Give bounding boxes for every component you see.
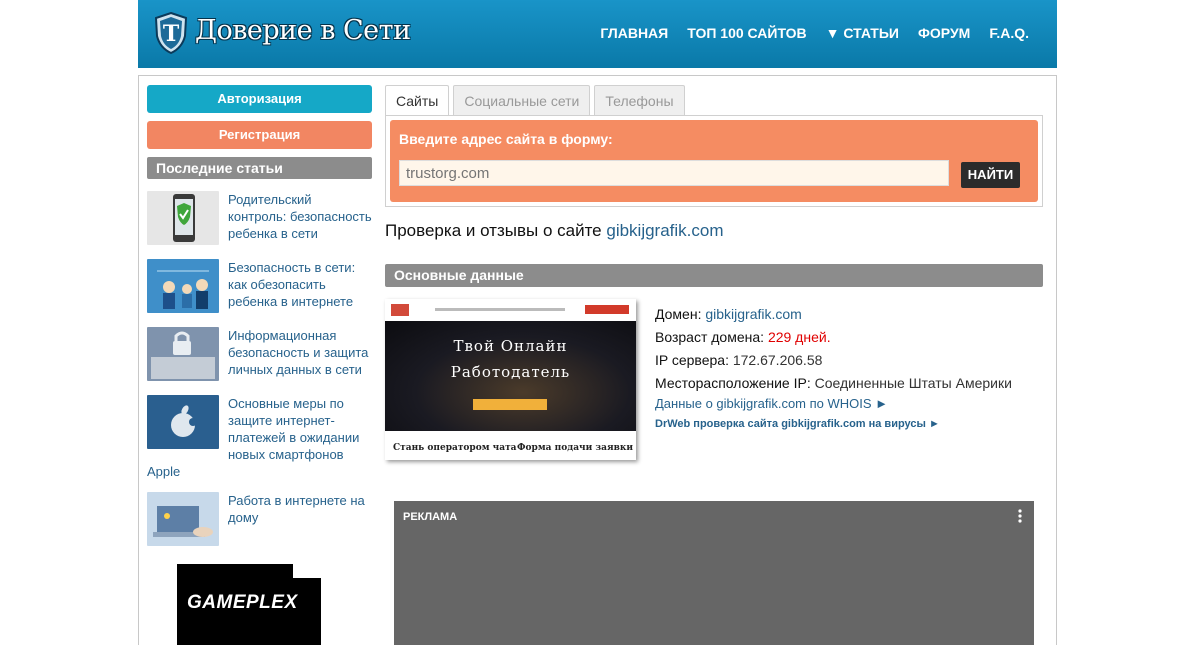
svg-text:T: T: [163, 21, 180, 47]
site-address-input[interactable]: [399, 160, 949, 186]
ad-block[interactable]: РЕКЛАМА: [394, 501, 1034, 645]
main-column: Сайты Социальные сети Телефоны Введите а…: [385, 85, 1043, 645]
main-nav: ГЛАВНАЯ ТОП 100 САЙТОВ ▼ СТАТЬИ ФОРУМ F.…: [600, 25, 1029, 41]
screenshot-hero: Твой Онлайн Работодатель: [385, 321, 636, 431]
search-tabs: Сайты Социальные сети Телефоны: [385, 85, 1043, 115]
site-logo-text[interactable]: Доверие в Сети: [195, 15, 411, 46]
find-button[interactable]: НАЙТИ: [961, 162, 1020, 188]
sidebar-ad-banner[interactable]: GAMEPLEX: [177, 564, 321, 645]
screenshot-nav-icon: [391, 304, 629, 316]
article-item[interactable]: Безопасность в сети: как обезопасить реб…: [147, 259, 373, 315]
more-options-icon[interactable]: [1018, 509, 1022, 523]
server-ip-row: IP сервера: 172.67.206.58: [655, 349, 1055, 372]
screenshot-hero-line1: Твой Онлайн: [453, 337, 568, 355]
screenshot-cta-button: [473, 399, 547, 410]
content-box: Авторизация Регистрация Последние статьи…: [138, 75, 1057, 645]
register-button[interactable]: Регистрация: [147, 121, 372, 149]
nav-top100[interactable]: ТОП 100 САЙТОВ: [687, 25, 806, 41]
ip-location-row: Месторасположение IP: Соединенные Штаты …: [655, 372, 1055, 395]
domain-age-label: Возраст домена:: [655, 329, 765, 345]
drweb-link[interactable]: DrWeb проверка сайта gibkijgrafik.com на…: [655, 418, 1055, 430]
tab-social[interactable]: Социальные сети: [453, 85, 591, 115]
domain-label: Домен:: [655, 306, 702, 322]
nav-articles[interactable]: ▼ СТАТЬИ: [826, 25, 899, 41]
article-item[interactable]: Родительский контроль: безопасность ребе…: [147, 191, 373, 247]
article-item[interactable]: Работа в интернете на дому: [147, 492, 373, 548]
nav-forum[interactable]: ФОРУМ: [918, 25, 970, 41]
domain-info: Домен: gibkijgrafik.com Возраст домена: …: [655, 303, 1055, 430]
basic-data-heading: Основные данные: [385, 264, 1043, 287]
lock-keyboard-icon[interactable]: [147, 327, 219, 381]
ip-location-value: Соединенные Штаты Америки: [814, 375, 1012, 391]
tab-sites[interactable]: Сайты: [385, 85, 450, 115]
page-title-domain[interactable]: gibkijgrafik.com: [606, 221, 723, 240]
ad-choices-icon[interactable]: [293, 564, 321, 578]
shield-logo-icon[interactable]: T: [154, 12, 188, 54]
form-label: Введите адрес сайта в форму:: [399, 131, 613, 147]
ad-brand-text[interactable]: GAMEPLEX: [187, 592, 298, 614]
domain-age-value: 229 дней.: [767, 329, 831, 345]
article-item[interactable]: Основные меры по защите интернет-платеже…: [147, 395, 373, 480]
page-wrapper: T Доверие в Сети ГЛАВНАЯ ТОП 100 САЙТОВ …: [138, 0, 1057, 645]
site-header: T Доверие в Сети ГЛАВНАЯ ТОП 100 САЙТОВ …: [138, 0, 1057, 68]
apple-logo-icon[interactable]: [147, 395, 219, 449]
site-check-panel: Введите адрес сайта в форму: НАЙТИ: [385, 115, 1043, 207]
nav-faq[interactable]: F.A.Q.: [989, 25, 1029, 41]
article-item[interactable]: Информационная безопасность и защита лич…: [147, 327, 373, 383]
screenshot-topbar: [385, 299, 636, 321]
laptop-hands-icon[interactable]: [147, 492, 219, 546]
ad-label: РЕКЛАМА: [403, 511, 458, 523]
phone-shield-icon[interactable]: [147, 191, 219, 245]
domain-row: Домен: gibkijgrafik.com: [655, 303, 1055, 326]
site-screenshot[interactable]: Твой Онлайн Работодатель Стань операторо…: [385, 299, 636, 460]
sidebar: Авторизация Регистрация Последние статьи…: [147, 85, 373, 548]
whois-link[interactable]: Данные о gibkijgrafik.com по WHOIS ►: [655, 396, 1055, 411]
tab-phones[interactable]: Телефоны: [594, 85, 685, 115]
screenshot-hero-line2: Работодатель: [450, 363, 571, 381]
screenshot-bottom-right: Форма подачи заявки: [517, 443, 634, 453]
domain-age-row: Возраст домена: 229 дней.: [655, 326, 1055, 349]
page-title: Проверка и отзывы о сайте gibkijgrafik.c…: [385, 221, 1043, 241]
site-check-form: Введите адрес сайта в форму: НАЙТИ: [390, 120, 1038, 202]
page-title-prefix: Проверка и отзывы о сайте: [385, 221, 602, 240]
domain-value[interactable]: gibkijgrafik.com: [705, 306, 801, 322]
server-ip-label: IP сервера:: [655, 352, 729, 368]
nav-home[interactable]: ГЛАВНАЯ: [600, 25, 668, 41]
ip-location-label: Месторасположение IP:: [655, 375, 811, 391]
screenshot-bottom: Стань оператором чата Форма подачи заявк…: [385, 431, 636, 460]
family-network-icon[interactable]: [147, 259, 219, 313]
server-ip-value: 172.67.206.58: [732, 352, 823, 368]
login-button[interactable]: Авторизация: [147, 85, 372, 113]
recent-articles-heading: Последние статьи: [147, 157, 372, 179]
screenshot-bottom-left: Стань оператором чата: [393, 443, 517, 453]
